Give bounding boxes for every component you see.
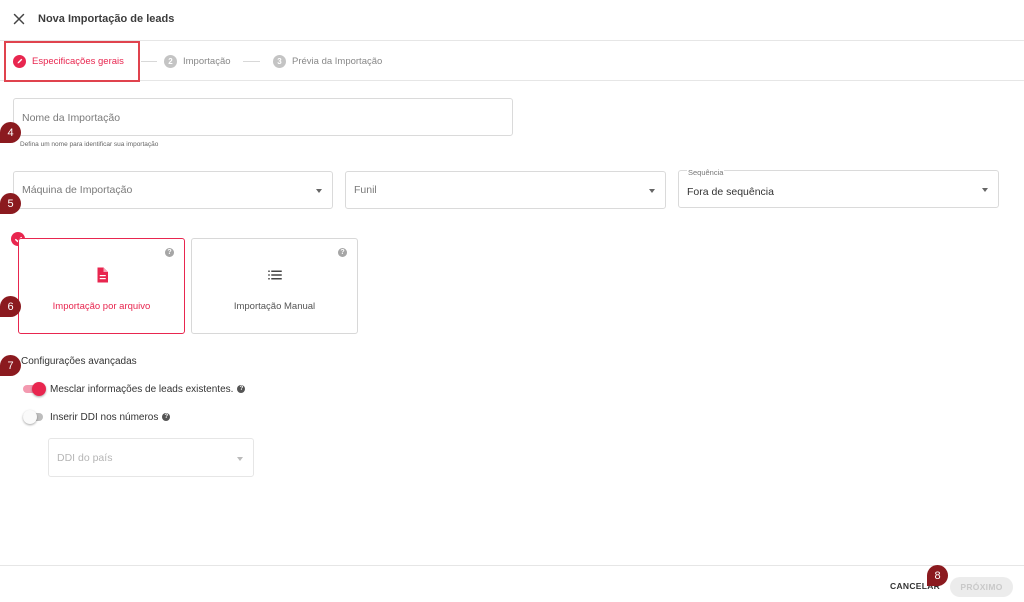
card-manual-import[interactable]: ? Importação Manual [191,238,358,334]
stepper: Especificações gerais 2 Importação 3 Pré… [0,41,1024,82]
ddi-country-select[interactable]: DDI do país [48,438,254,477]
next-button[interactable]: PRÓXIMO [950,577,1013,597]
step-number: 2 [164,54,177,68]
import-name-input[interactable]: Nome da Importação [13,98,513,136]
step-label: Prévia da Importação [292,55,383,67]
card-label: Importação por arquivo [52,301,151,312]
toggle-knob [32,382,46,396]
machine-select[interactable]: Máquina de Importação [13,171,333,209]
file-icon [93,266,111,284]
pencil-icon [13,54,26,68]
help-icon[interactable]: ? [165,248,174,257]
help-icon[interactable]: ? [237,385,246,393]
import-name-helper: Defina um nome para identificar sua impo… [20,141,159,148]
ddi-row: Inserir DDI nos números ? [23,410,171,424]
step-label: Importação [183,55,231,67]
step-connector [141,61,157,62]
ddi-toggle[interactable] [23,410,45,424]
annotation-marker: 6 [0,296,21,317]
step-general-specs[interactable]: Especificações gerais [13,53,124,69]
merge-leads-label: Mesclar informações de leads existentes. [50,383,234,395]
step-import[interactable]: 2 Importação [164,53,231,69]
close-icon[interactable] [10,10,28,28]
funnel-select[interactable]: Funil [345,171,666,209]
step-connector [243,61,260,62]
merge-leads-row: Mesclar informações de leads existentes.… [23,382,246,396]
toggle-knob [23,410,37,424]
step-preview[interactable]: 3 Prévia da Importação [273,53,382,69]
page-title: Nova Importação de leads [38,13,175,25]
marker-number: 4 [7,126,14,139]
select-placeholder: Funil [354,184,377,196]
step-number: 3 [273,54,286,68]
marker-number: 6 [7,300,14,313]
sequence-value: Fora de sequência [687,186,774,198]
select-placeholder: Máquina de Importação [22,184,133,196]
select-placeholder: DDI do país [57,452,113,464]
marker-number: 7 [7,359,14,372]
sequence-label: Sequência [687,168,725,177]
help-icon[interactable]: ? [338,248,347,257]
ddi-label: Inserir DDI nos números [50,411,159,423]
caret-down-icon [982,188,988,192]
dialog-header: Nova Importação de leads [0,0,1024,41]
sequence-select[interactable]: Sequência Fora de sequência [678,168,999,208]
help-icon[interactable]: ? [162,413,171,421]
caret-down-icon [237,456,243,461]
caret-down-icon [316,189,322,193]
annotation-marker: 4 [0,122,21,143]
dialog-footer: CANCELAR PRÓXIMO [0,565,1024,602]
annotation-marker: 7 [0,355,21,376]
merge-leads-toggle[interactable] [23,382,46,396]
card-file-import[interactable]: ? Importação por arquivo [18,238,185,334]
advanced-settings-title: Configurações avançadas [21,356,137,367]
marker-number: 8 [934,569,941,582]
list-icon [266,266,284,284]
annotation-marker: 8 [927,565,948,586]
annotation-marker: 5 [0,193,21,214]
step-label: Especificações gerais [32,55,124,67]
input-placeholder: Nome da Importação [22,112,121,124]
card-label: Importação Manual [233,301,316,312]
caret-down-icon [649,189,655,193]
marker-number: 5 [7,197,14,210]
